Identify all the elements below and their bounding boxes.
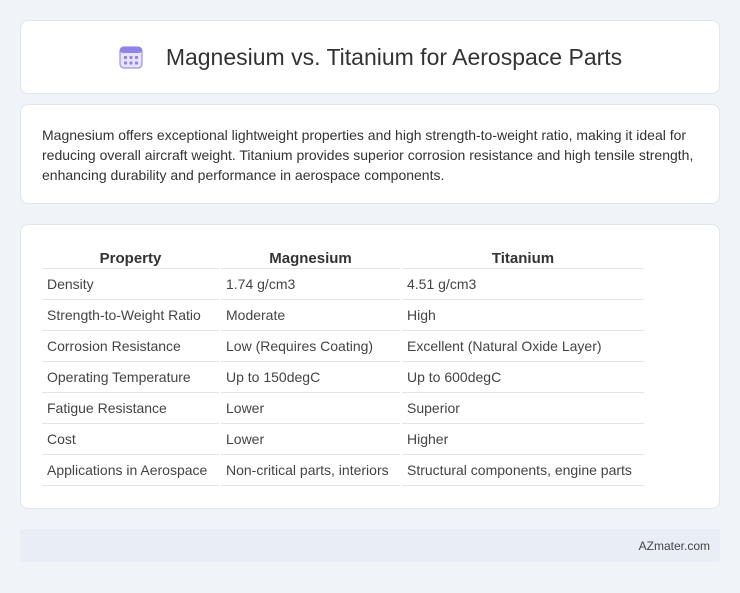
footer: AZmater.com: [20, 529, 720, 562]
cell-titanium: Excellent (Natural Oxide Layer): [402, 331, 644, 362]
page-title: Magnesium vs. Titanium for Aerospace Par…: [165, 43, 623, 70]
table-row: Operating Temperature Up to 150degC Up t…: [42, 362, 644, 393]
cell-titanium: Superior: [402, 393, 644, 424]
cell-magnesium: Up to 150degC: [221, 362, 400, 393]
header-magnesium: Magnesium: [221, 247, 400, 269]
cell-titanium: Structural components, engine parts: [402, 455, 644, 486]
cell-titanium: 4.51 g/cm3: [402, 269, 644, 300]
table-row: Applications in Aerospace Non-critical p…: [42, 455, 644, 486]
cell-property: Applications in Aerospace: [42, 455, 219, 486]
cell-property: Corrosion Resistance: [42, 331, 219, 362]
comparison-card: Property Magnesium Titanium Density 1.74…: [20, 224, 720, 509]
title-card: Magnesium vs. Titanium for Aerospace Par…: [20, 20, 720, 94]
cell-titanium: Higher: [402, 424, 644, 455]
table-row: Corrosion Resistance Low (Requires Coati…: [42, 331, 644, 362]
cell-magnesium: Low (Requires Coating): [221, 331, 400, 362]
cell-magnesium: Lower: [221, 424, 400, 455]
cell-property: Fatigue Resistance: [42, 393, 219, 424]
cell-magnesium: Moderate: [221, 300, 400, 331]
header-titanium: Titanium: [402, 247, 644, 269]
comparison-table: Property Magnesium Titanium Density 1.74…: [40, 247, 646, 486]
header-property: Property: [42, 247, 219, 269]
cell-titanium: Up to 600degC: [402, 362, 644, 393]
description-card: Magnesium offers exceptional lightweight…: [20, 104, 720, 204]
cell-titanium: High: [402, 300, 644, 331]
cell-magnesium: Non-critical parts, interiors: [221, 455, 400, 486]
calendar-icon: [119, 46, 143, 69]
cell-property: Strength-to-Weight Ratio: [42, 300, 219, 331]
cell-magnesium: Lower: [221, 393, 400, 424]
table-row: Density 1.74 g/cm3 4.51 g/cm3: [42, 269, 644, 300]
table-row: Cost Lower Higher: [42, 424, 644, 455]
cell-property: Density: [42, 269, 219, 300]
footer-site-link[interactable]: AZmater.com: [639, 539, 710, 553]
cell-magnesium: 1.74 g/cm3: [221, 269, 400, 300]
cell-property: Cost: [42, 424, 219, 455]
description-text: Magnesium offers exceptional lightweight…: [42, 127, 694, 183]
table-row: Strength-to-Weight Ratio Moderate High: [42, 300, 644, 331]
table-header-row: Property Magnesium Titanium: [42, 247, 644, 269]
cell-property: Operating Temperature: [42, 362, 219, 393]
table-row: Fatigue Resistance Lower Superior: [42, 393, 644, 424]
